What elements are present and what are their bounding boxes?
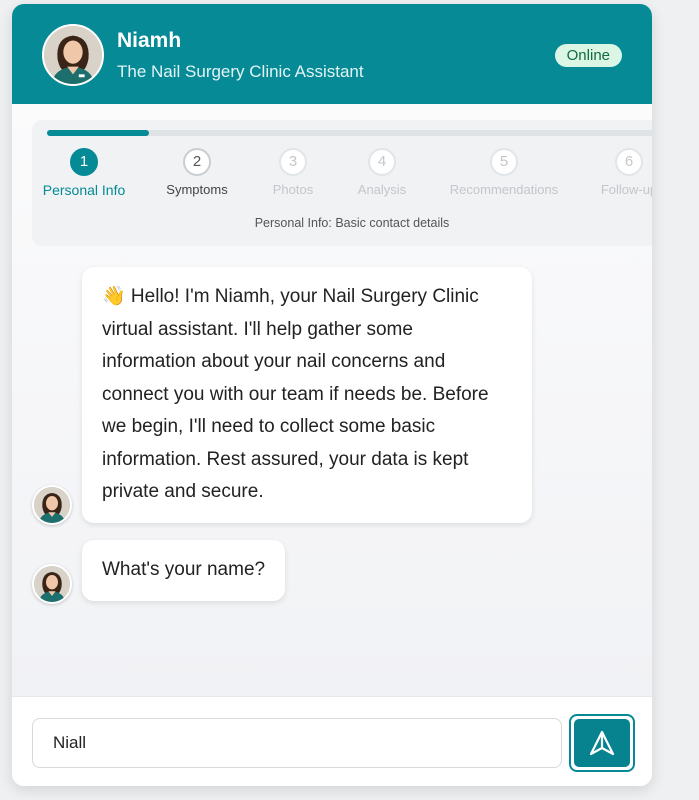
progress-tracker: 1 Personal Info 2 Symptoms 3 Photos 4 An…: [32, 120, 652, 246]
chat-header: Niamh The Nail Surgery Clinic Assistant …: [12, 4, 652, 104]
step-number: 4: [368, 148, 396, 176]
step-number: 6: [615, 148, 643, 176]
message-input[interactable]: [32, 718, 562, 768]
assistant-name: Niamh: [117, 29, 182, 52]
step-label: Personal Info: [42, 182, 126, 198]
assistant-avatar: [32, 564, 72, 604]
step-personal-info: 1 Personal Info: [32, 148, 144, 198]
step-follow-up: 6 Follow-up: [569, 148, 652, 197]
step-recommendations: 5 Recommendations: [444, 148, 564, 197]
progress-fill: [47, 130, 150, 136]
assistant-message: What's your name?: [82, 540, 286, 601]
send-arrow-icon: [589, 730, 615, 756]
chat-body: 1 Personal Info 2 Symptoms 3 Photos 4 An…: [12, 104, 652, 696]
step-number: 5: [490, 148, 518, 176]
status-badge: Online: [554, 44, 622, 67]
step-number: 2: [183, 148, 211, 176]
assistant-avatar: [32, 485, 72, 525]
progress-track: [47, 130, 652, 136]
step-label: Analysis: [357, 182, 407, 197]
step-number: 3: [279, 148, 307, 176]
chat-window: Niamh The Nail Surgery Clinic Assistant …: [12, 4, 652, 786]
step-label: Follow-up: [600, 182, 652, 197]
input-bar: [12, 696, 652, 786]
step-analysis: 4 Analysis: [322, 148, 442, 197]
assistant-message: 👋 Hello! I'm Niamh, your Nail Surgery Cl…: [82, 267, 532, 523]
step-description: Personal Info: Basic contact details: [254, 216, 450, 230]
send-button[interactable]: [569, 714, 635, 772]
assistant-subtitle: The Nail Surgery Clinic Assistant: [117, 62, 364, 81]
step-number: 1: [70, 148, 98, 176]
send-button-inner: [574, 719, 630, 767]
step-label: Recommendations: [449, 182, 559, 197]
assistant-avatar: [42, 24, 104, 86]
